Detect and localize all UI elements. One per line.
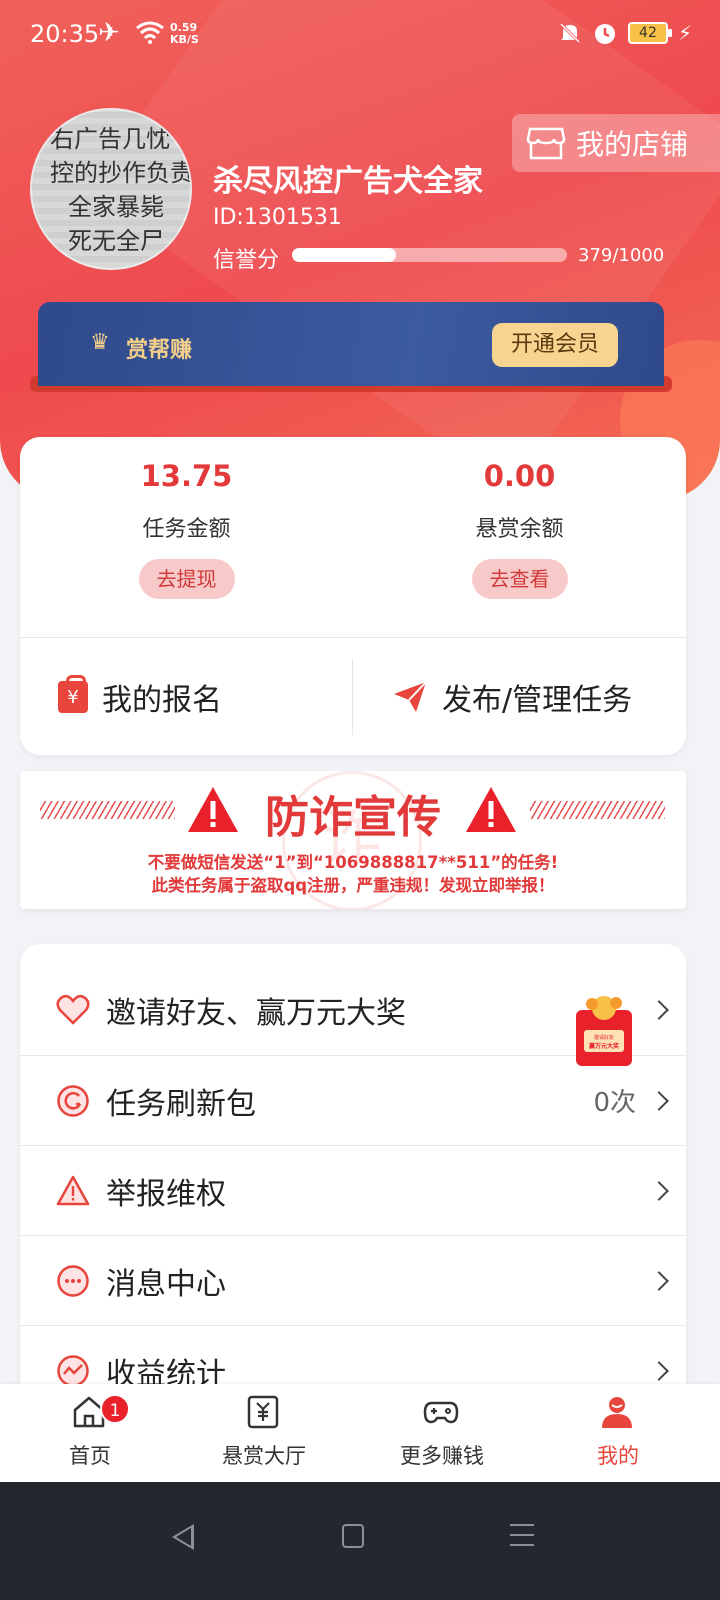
chevron-right-icon: [649, 1270, 669, 1291]
warning-triangle-icon: [466, 787, 516, 832]
open-membership-button[interactable]: 开通会员: [492, 323, 618, 367]
crown-icon: ♛: [90, 330, 110, 355]
credit-value: 379/1000: [578, 245, 665, 266]
divider: [20, 637, 686, 638]
bottom-navigation: 1 首页 悬赏大厅 更多赚钱 我的: [0, 1384, 720, 1482]
anti-fraud-line2: 此类任务属于盗取qq注册，严重违规！发现立即举报！: [151, 876, 555, 895]
nav-reward-hall-label: 悬赏大厅: [222, 1444, 306, 1468]
reward-balance-label: 悬赏余额: [475, 517, 564, 542]
signup-bag-icon: ¥: [58, 675, 88, 713]
credit-progress-bar: [292, 248, 567, 262]
system-navigation-bar: [0, 1482, 720, 1600]
alarm-icon: [594, 24, 615, 44]
wallet-card: 13.75 任务金额 去提现 0.00 悬赏余额 去查看 ¥ 我的报名 发布/管…: [20, 437, 686, 755]
warning-icon: [56, 1175, 90, 1205]
hatch-decoration: [530, 801, 665, 819]
withdraw-button[interactable]: 去提现: [138, 559, 235, 599]
anti-fraud-banner[interactable]: 诈 防诈宣传 不要做短信发送“1”到“1069888817**511”的任务! …: [20, 771, 686, 909]
avatar[interactable]: 右广告几忱 控的抄作负责人 全家暴毙 死无全尸: [30, 108, 192, 270]
warning-triangle-icon: [188, 787, 238, 832]
charging-icon: ⚡: [677, 21, 692, 45]
menu-item-messages[interactable]: 消息中心: [20, 1236, 686, 1326]
gamepad-icon: [423, 1401, 459, 1424]
status-bar: 20:35 ✈ 0.59 KB/S 42 ⚡: [0, 0, 720, 72]
user-id: ID:1301531: [213, 205, 342, 230]
hatch-decoration: [40, 801, 175, 819]
anti-fraud-line1: 不要做短信发送“1”到“1069888817**511”的任务!: [147, 853, 559, 872]
menu-label-refresh-pack: 任务刷新包: [106, 1086, 256, 1122]
credit-progress-fill: [292, 248, 397, 262]
paper-plane-icon: [394, 681, 427, 712]
refresh-pack-count: 0次: [593, 1088, 636, 1118]
network-speed: 0.59 KB/S: [170, 21, 199, 46]
chart-icon: [57, 1355, 89, 1387]
vip-banner[interactable]: ♛ 赏帮赚 开通会员: [38, 302, 664, 386]
reward-hall-icon: [247, 1395, 279, 1429]
my-signup-label: 我的报名: [102, 683, 222, 718]
chevron-right-icon: [649, 1090, 669, 1111]
reward-balance: 0.00: [483, 459, 556, 493]
nav-home[interactable]: 1 首页: [0, 1384, 180, 1482]
task-amount: 13.75: [140, 459, 233, 493]
my-signup-button[interactable]: ¥ 我的报名: [58, 667, 222, 727]
home-square-icon[interactable]: [342, 1524, 364, 1548]
nav-more-earn-label: 更多赚钱: [400, 1444, 484, 1468]
wifi-icon: [136, 21, 164, 44]
menu-list: 邀请好友、赢万元大奖 邀请好友 赢万元大奖 任务刷新包 0次 举报维权 消息中心…: [20, 944, 686, 1404]
battery-indicator: 42: [627, 22, 672, 44]
menu-item-invite[interactable]: 邀请好友、赢万元大奖 邀请好友 赢万元大奖: [20, 964, 686, 1066]
nav-mine[interactable]: 我的: [528, 1384, 708, 1482]
username: 杀尽风控广告犬全家: [213, 164, 483, 199]
divider: [352, 659, 353, 735]
menu-label-invite: 邀请好友、赢万元大奖: [106, 995, 406, 1031]
vip-label: 赏帮赚: [126, 338, 193, 363]
menu-label-messages: 消息中心: [106, 1266, 226, 1302]
my-shop-button[interactable]: 我的店铺: [512, 114, 720, 172]
refresh-icon: [57, 1084, 89, 1117]
back-icon[interactable]: [172, 1524, 194, 1550]
chevron-right-icon: [649, 999, 669, 1020]
shop-icon: [526, 127, 566, 160]
status-time: 20:35: [30, 20, 100, 48]
airplane-icon: ✈: [98, 18, 120, 48]
svg-text:邀请好友: 邀请好友: [594, 1034, 614, 1041]
publish-manage-label: 发布/管理任务: [442, 683, 633, 718]
nav-more-earn[interactable]: 更多赚钱: [352, 1384, 532, 1482]
nav-mine-label: 我的: [597, 1444, 639, 1468]
chevron-right-icon: [649, 1180, 669, 1201]
my-shop-label: 我的店铺: [576, 128, 689, 161]
recent-apps-icon[interactable]: [510, 1524, 534, 1546]
heart-icon: [56, 994, 90, 1025]
task-amount-label: 任务金额: [142, 517, 231, 542]
menu-item-refresh-pack[interactable]: 任务刷新包 0次: [20, 1056, 686, 1146]
mute-bell-icon: [559, 22, 581, 44]
view-balance-button[interactable]: 去查看: [471, 559, 568, 599]
chevron-right-icon: [649, 1361, 669, 1381]
menu-label-report: 举报维权: [106, 1176, 226, 1212]
message-icon: [57, 1264, 89, 1297]
home-notification-badge: 1: [100, 1394, 130, 1424]
svg-text:赢万元大奖: 赢万元大奖: [589, 1042, 619, 1050]
publish-manage-button[interactable]: 发布/管理任务: [392, 667, 632, 727]
menu-item-report[interactable]: 举报维权: [20, 1146, 686, 1236]
profile-icon: [602, 1397, 632, 1428]
credit-label: 信誉分: [213, 248, 280, 273]
nav-home-label: 首页: [69, 1444, 111, 1468]
nav-reward-hall[interactable]: 悬赏大厅: [174, 1384, 354, 1482]
anti-fraud-title: 防诈宣传: [265, 792, 441, 843]
